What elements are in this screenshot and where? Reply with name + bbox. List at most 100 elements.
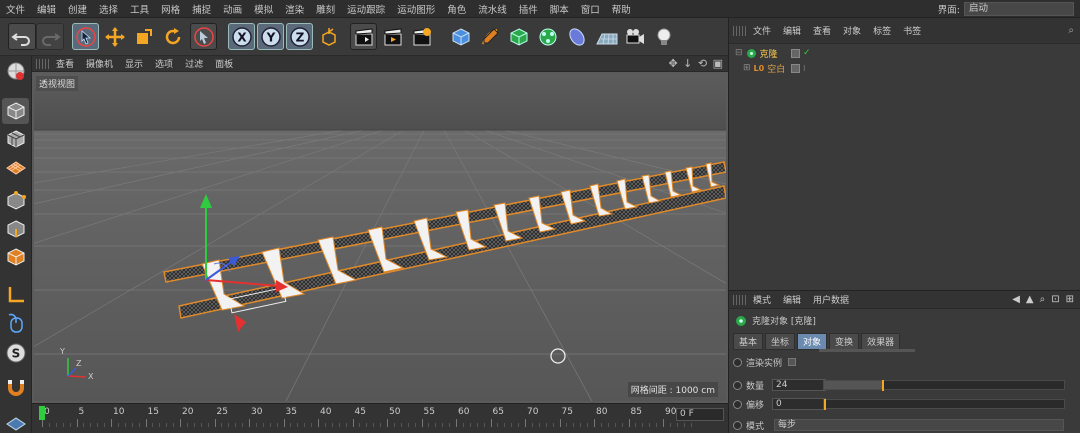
menu-edit[interactable]: 编辑: [31, 2, 62, 16]
object-row-null[interactable]: ⊞ L0 空白 ⁝: [729, 61, 1080, 75]
render-view-button[interactable]: [350, 23, 377, 50]
slider-thumb[interactable]: [881, 380, 884, 391]
coordinate-system-button[interactable]: [315, 23, 342, 50]
back-arrow-icon[interactable]: ◀: [1012, 294, 1020, 305]
subdivision-surface-button[interactable]: [505, 23, 532, 50]
menu-animate[interactable]: 动画: [217, 2, 248, 16]
panel-grip-icon[interactable]: [36, 58, 50, 69]
search-icon[interactable]: ⌕: [1068, 25, 1074, 36]
scale-tool-button[interactable]: [130, 23, 157, 50]
light-button[interactable]: [650, 23, 677, 50]
menu-pipeline[interactable]: 流水线: [472, 2, 513, 16]
menu-snap[interactable]: 捕捉: [186, 2, 217, 16]
vp-menu-options[interactable]: 选项: [149, 57, 179, 70]
menu-file[interactable]: 文件: [0, 2, 31, 16]
live-selection-button[interactable]: [72, 23, 99, 50]
timeline-ruler[interactable]: 0 5 10 15 20 25 30 35 40 45 50 55 60 65 70 75 80 85 90 0 F: [32, 403, 728, 433]
cloner-button[interactable]: [534, 23, 561, 50]
render-instances-checkbox[interactable]: [788, 358, 797, 366]
y-axis-lock-button[interactable]: Y: [257, 23, 284, 50]
new-panel-icon[interactable]: ⊞: [1066, 294, 1074, 305]
om-menu-file[interactable]: 文件: [747, 24, 777, 37]
mode-dropdown[interactable]: 每步: [774, 419, 1065, 431]
menu-window[interactable]: 窗口: [575, 2, 606, 16]
playhead[interactable]: [39, 406, 45, 420]
points-mode-button[interactable]: [2, 188, 29, 214]
menu-help[interactable]: 帮助: [606, 2, 637, 16]
menu-sculpt[interactable]: 雕刻: [310, 2, 341, 16]
object-row-cloner[interactable]: ⊟ 克隆 ✓: [729, 46, 1080, 60]
vp-menu-display[interactable]: 显示: [119, 57, 149, 70]
tab-coordinates[interactable]: 坐标: [765, 333, 796, 350]
vp-menu-view[interactable]: 查看: [50, 57, 80, 70]
om-menu-tags[interactable]: 标签: [867, 24, 897, 37]
last-tool-button[interactable]: [190, 23, 217, 50]
cube-button[interactable]: [447, 23, 474, 50]
vp-menu-filter[interactable]: 过滤: [179, 57, 209, 70]
menu-mograph[interactable]: 运动图形: [391, 2, 441, 16]
snap-button[interactable]: [2, 374, 29, 400]
menu-tools[interactable]: 工具: [124, 2, 155, 16]
move-tool-button[interactable]: [101, 23, 128, 50]
om-menu-objects[interactable]: 对象: [837, 24, 867, 37]
animate-toggle[interactable]: [733, 380, 742, 390]
enabled-check-icon[interactable]: ✓: [803, 48, 811, 58]
om-menu-edit[interactable]: 编辑: [777, 24, 807, 37]
menu-plugins[interactable]: 插件: [513, 2, 544, 16]
offset-slider[interactable]: [823, 399, 1065, 410]
count-slider[interactable]: [823, 380, 1065, 391]
workplane-mode-button[interactable]: [2, 154, 29, 180]
count-input[interactable]: 24: [772, 379, 827, 391]
edges-mode-button[interactable]: [2, 216, 29, 242]
panel-grip-icon[interactable]: [733, 25, 747, 36]
object-name[interactable]: 克隆: [760, 47, 778, 60]
z-axis-lock-button[interactable]: Z: [286, 23, 313, 50]
menu-create[interactable]: 创建: [62, 2, 93, 16]
tweak-mode-button[interactable]: [2, 310, 29, 336]
rotate-tool-button[interactable]: [159, 23, 186, 50]
am-menu-mode[interactable]: 模式: [747, 293, 777, 306]
workplane-button[interactable]: [2, 408, 29, 433]
tab-object[interactable]: 对象: [797, 333, 828, 350]
up-arrow-icon[interactable]: ▲: [1026, 294, 1034, 305]
menu-script[interactable]: 脚本: [544, 2, 575, 16]
perspective-viewport[interactable]: Y X Z 透视视图 网格间距 : 1000 cm: [32, 72, 728, 403]
render-settings-button[interactable]: [408, 23, 435, 50]
camera-button[interactable]: [621, 23, 648, 50]
animate-toggle[interactable]: [733, 399, 742, 409]
om-menu-view[interactable]: 查看: [807, 24, 837, 37]
search-icon[interactable]: ⌕: [1040, 294, 1046, 305]
slider-thumb[interactable]: [824, 399, 826, 410]
floor-button[interactable]: [592, 23, 622, 50]
layout-select[interactable]: 启动: [964, 2, 1074, 16]
am-menu-edit[interactable]: 编辑: [777, 293, 807, 306]
spline-pen-button[interactable]: [476, 23, 503, 50]
animate-toggle[interactable]: [733, 420, 742, 430]
menu-character[interactable]: 角色: [441, 2, 472, 16]
om-menu-bookmarks[interactable]: 书签: [897, 24, 927, 37]
axis-mode-button[interactable]: [2, 282, 29, 308]
offset-input[interactable]: 0: [772, 398, 827, 410]
texture-mode-button[interactable]: [2, 126, 29, 152]
object-name[interactable]: 空白: [767, 62, 785, 75]
redo-button[interactable]: [36, 23, 64, 50]
menu-motion-tracking[interactable]: 运动跟踪: [341, 2, 391, 16]
tab-transform[interactable]: 变换: [829, 333, 860, 350]
tab-basic[interactable]: 基本: [733, 333, 764, 350]
viewport-navigation-icons[interactable]: ✥ ↓ ⟲ ▣: [668, 57, 724, 70]
solo-button[interactable]: S: [2, 340, 29, 366]
vp-menu-cameras[interactable]: 摄像机: [80, 57, 119, 70]
panel-grip-icon[interactable]: [733, 294, 747, 305]
layer-swatch[interactable]: [791, 48, 800, 58]
deformer-button[interactable]: [563, 23, 590, 50]
x-axis-lock-button[interactable]: X: [228, 23, 255, 50]
make-editable-button[interactable]: [2, 58, 29, 84]
menu-mesh[interactable]: 网格: [155, 2, 186, 16]
menu-render[interactable]: 渲染: [279, 2, 310, 16]
visibility-dots-icon[interactable]: ⁝: [803, 64, 806, 73]
am-menu-user-data[interactable]: 用户数据: [807, 293, 855, 306]
vp-menu-panel[interactable]: 面板: [209, 57, 239, 70]
layer-swatch[interactable]: [791, 63, 800, 73]
tab-effectors[interactable]: 效果器: [861, 333, 901, 350]
menu-simulate[interactable]: 模拟: [248, 2, 279, 16]
